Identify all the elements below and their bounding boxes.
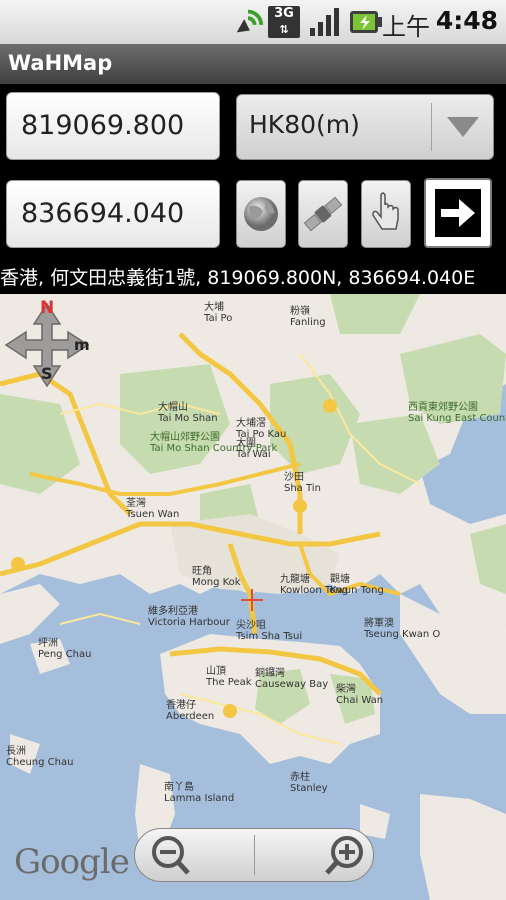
- datum-selected-value: HK80(m): [249, 110, 360, 139]
- satellite-button[interactable]: [298, 180, 348, 248]
- map-label: 粉嶺 Fanling: [290, 306, 326, 328]
- arrow-right-icon: [441, 199, 475, 227]
- map-label: 西貢東郊野公園Sai Kung East Country Park: [408, 402, 506, 424]
- signal-antenna-icon: [236, 9, 264, 33]
- compass-north-label: N: [40, 298, 55, 318]
- datum-dropdown[interactable]: HK80(m): [236, 94, 494, 160]
- map-label: 觀塘 Kwun Tong: [330, 574, 384, 596]
- signal-bars-icon: [310, 8, 339, 36]
- map-label: 將軍澳 Tseung Kwan O: [364, 618, 441, 640]
- map-label: 荃灣 Tsuen Wan: [126, 498, 180, 520]
- map-label: 赤柱 Stanley: [290, 772, 328, 794]
- map-label: 銅鑼灣 Causeway Bay: [255, 668, 329, 690]
- title-bar: WaHMap: [0, 44, 506, 84]
- chevron-down-icon: [447, 117, 479, 137]
- map-label: 旺角 Mong Kok: [192, 566, 241, 588]
- map-label: 南丫島 Lamma Island: [164, 782, 235, 804]
- satellite-icon: [303, 196, 343, 232]
- zoom-control: [134, 828, 374, 882]
- pan-compass-control[interactable]: N S m: [2, 298, 92, 390]
- map-label: 柴灣 Chai Wan: [336, 684, 384, 706]
- hand-tool-button[interactable]: [361, 180, 411, 248]
- easting-input[interactable]: 819069.800: [6, 92, 220, 160]
- 3g-data-icon: 3G ⇅: [268, 6, 300, 38]
- zoom-out-icon: [152, 836, 190, 875]
- dropdown-divider: [431, 103, 432, 151]
- zoom-in-button[interactable]: [255, 829, 373, 881]
- google-logo: Google: [14, 842, 130, 882]
- map-view[interactable]: 大帽山 Tai Mo Shan 大帽山郊野公園 Tai Mo Shan Countr…: [0, 294, 506, 900]
- globe-icon: [244, 197, 278, 231]
- map-label: 尖沙咀 Tsim Sha Tsui: [236, 620, 303, 642]
- battery-charging-icon: [350, 11, 382, 33]
- map-label: 大帽山 Tai Mo Shan: [158, 402, 218, 424]
- go-button[interactable]: [424, 178, 492, 248]
- go-button-face: [435, 189, 481, 237]
- status-bar: 3G ⇅ 上午 4:48: [0, 0, 506, 45]
- map-label: 大圍 Tai Wai: [236, 438, 271, 460]
- map-label: 長洲 Cheung Chau: [6, 746, 74, 768]
- hand-pointer-icon: [372, 192, 399, 230]
- compass-m-label: m: [74, 336, 90, 354]
- map-label: 山頂 The Peak: [206, 666, 252, 688]
- zoom-in-icon: [325, 836, 363, 875]
- globe-button[interactable]: [236, 180, 286, 248]
- map-label: 沙田 Sha Tin: [284, 472, 321, 494]
- coordinate-controls: 819069.800 HK80(m) 836694.040: [0, 84, 506, 262]
- compass-south-label: S: [41, 364, 53, 383]
- app-title: WaHMap: [8, 51, 113, 75]
- status-ampm: 上午: [382, 13, 430, 41]
- address-line: 香港, 何文田忠義街1號, 819069.800N, 836694.040E: [0, 262, 506, 294]
- network-type-label: 3G: [274, 6, 294, 21]
- northing-input[interactable]: 836694.040: [6, 180, 220, 248]
- zoom-out-button[interactable]: [135, 829, 253, 881]
- map-label: 大埔 Tai Po: [204, 302, 233, 324]
- map-label: 坪洲 Peng Chau: [38, 638, 92, 660]
- status-time: 4:48: [435, 6, 498, 35]
- map-label: 維多利亞港 Victoria Harbour: [148, 606, 230, 628]
- map-label: 香港仔 Aberdeen: [166, 700, 215, 722]
